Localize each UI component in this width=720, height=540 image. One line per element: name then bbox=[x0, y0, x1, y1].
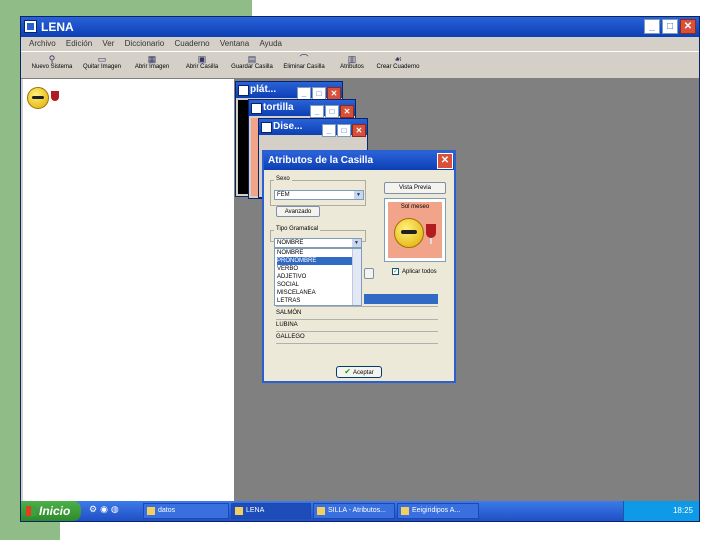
preview-box: Sol meseo bbox=[384, 198, 446, 262]
word-list-selection[interactable] bbox=[364, 294, 438, 304]
taskbar: Inicio ⚙◉◍ datos LENA SILLA - Atributos.… bbox=[21, 501, 699, 521]
system-tray-clock: 18:25 bbox=[623, 501, 699, 521]
sex-label: Sexo bbox=[274, 176, 292, 182]
create-notebook-icon: ☙ bbox=[393, 54, 403, 64]
menu-ver[interactable]: Ver bbox=[102, 37, 114, 51]
app-title: LENA bbox=[41, 20, 74, 34]
small-button[interactable] bbox=[364, 268, 374, 279]
divider bbox=[276, 331, 438, 332]
close-icon[interactable]: ✕ bbox=[352, 124, 366, 137]
attributes-button[interactable]: ▥ Atributos bbox=[327, 54, 377, 78]
attributes-icon: ▥ bbox=[347, 54, 357, 64]
apply-checkbox[interactable]: ✓ bbox=[392, 268, 399, 275]
maximize-icon[interactable]: □ bbox=[337, 124, 351, 137]
list-item[interactable]: LETRAS bbox=[277, 297, 300, 305]
wine-glass-icon bbox=[426, 224, 436, 244]
divider bbox=[276, 343, 438, 344]
open-cell-button[interactable]: ▣ Abrir Casilla bbox=[177, 54, 227, 78]
create-notebook-button[interactable]: ☙ Crear Cuaderno bbox=[373, 54, 423, 78]
task-atributos[interactable]: SILLA - Atributos... bbox=[313, 503, 395, 519]
avanzado-button[interactable]: Avanzado bbox=[276, 206, 320, 217]
open-cell-icon: ▣ bbox=[197, 54, 207, 64]
divider bbox=[276, 319, 438, 320]
new-system-button[interactable]: ⚲ Nuevo Sistema bbox=[27, 54, 77, 78]
task-datos[interactable]: datos bbox=[143, 503, 229, 519]
maximize-icon[interactable]: □ bbox=[662, 19, 678, 34]
smiley-icon bbox=[394, 218, 424, 248]
open-image-button[interactable]: ▦ Abrir Imagen bbox=[127, 54, 177, 78]
quick-launch-icons[interactable]: ⚙◉◍ bbox=[89, 504, 122, 515]
preview-image: Sol meseo bbox=[388, 202, 442, 258]
app-icon bbox=[24, 20, 37, 33]
open-image-icon: ▦ bbox=[147, 54, 157, 64]
screen: LENA _ □ ✕ Archivo Edición Ver Diccionario… bbox=[0, 0, 720, 540]
attributes-dialog: Atributos de la Casilla ✕ Sexo FEM ▼ Vist… bbox=[262, 150, 456, 383]
remove-image-icon: ▭ bbox=[97, 54, 107, 64]
menu-ayuda[interactable]: Ayuda bbox=[259, 37, 282, 51]
close-icon[interactable]: ✕ bbox=[680, 19, 696, 34]
tipo-dropdown-list[interactable]: NOMBRE PRONOMBRE VERBO ADJETIVO SOCIAL M… bbox=[274, 248, 362, 306]
list-item-selected[interactable]: PRONOMBRE bbox=[277, 257, 353, 265]
delete-cell-button[interactable]: ⌒ Eliminar Casilla bbox=[279, 54, 329, 78]
list-item[interactable]: ADJETIVO bbox=[277, 273, 306, 281]
menu-ventana[interactable]: Ventana bbox=[220, 37, 249, 51]
list-item[interactable]: NOMBRE bbox=[277, 249, 303, 257]
left-panel bbox=[23, 79, 235, 501]
close-icon[interactable]: ✕ bbox=[340, 105, 354, 118]
close-icon[interactable]: ✕ bbox=[437, 153, 453, 169]
chevron-down-icon: ▼ bbox=[352, 239, 361, 247]
minimize-icon[interactable]: _ bbox=[322, 124, 336, 137]
menu-cuaderno[interactable]: Cuaderno bbox=[174, 37, 209, 51]
list-item[interactable]: VERBO bbox=[277, 265, 298, 273]
save-cell-button[interactable]: ▤ Guardar Casilla bbox=[227, 54, 277, 78]
new-system-icon: ⚲ bbox=[48, 54, 56, 64]
tipo-label: Tipo Gramatical bbox=[274, 226, 321, 232]
task-other[interactable]: Eeigiridipos A... bbox=[397, 503, 479, 519]
sex-combo[interactable]: FEM ▼ bbox=[274, 190, 364, 200]
menu-archivo[interactable]: Archivo bbox=[29, 37, 56, 51]
minimize-icon[interactable]: _ bbox=[310, 105, 324, 118]
smiley-icon[interactable] bbox=[27, 87, 49, 109]
tipo-combo[interactable]: NOMBRE ▼ bbox=[274, 238, 362, 248]
dialog-title[interactable]: Atributos de la Casilla bbox=[264, 152, 454, 170]
list-item[interactable]: MISCELANEA bbox=[277, 289, 316, 297]
check-icon: ✔ bbox=[344, 367, 351, 376]
maximize-icon[interactable]: □ bbox=[325, 105, 339, 118]
task-lena[interactable]: LENA bbox=[231, 503, 311, 519]
word-item[interactable]: LUBINA bbox=[276, 322, 298, 328]
menu-diccionario[interactable]: Diccionario bbox=[125, 37, 165, 51]
remove-image-button[interactable]: ▭ Quitar Imagen bbox=[77, 54, 127, 78]
word-item[interactable]: SALMÓN bbox=[276, 310, 301, 316]
delete-cell-icon: ⌒ bbox=[299, 54, 309, 64]
toolbar: ⚲ Nuevo Sistema ▭ Quitar Imagen ▦ Abrir Ima… bbox=[21, 51, 699, 79]
save-cell-icon: ▤ bbox=[247, 54, 257, 64]
menu-edicion[interactable]: Edición bbox=[66, 37, 92, 51]
aceptar-button[interactable]: ✔ Aceptar bbox=[336, 366, 382, 378]
start-button[interactable]: Inicio bbox=[21, 501, 81, 521]
app-title-bar[interactable]: LENA _ □ ✕ bbox=[21, 17, 699, 37]
preview-caption: Sol meseo bbox=[400, 204, 430, 210]
minimize-icon[interactable]: _ bbox=[644, 19, 660, 34]
menu-bar: Archivo Edición Ver Diccionario Cuaderno… bbox=[21, 37, 699, 51]
list-item[interactable]: SOCIAL bbox=[277, 281, 299, 289]
vista-previa-button[interactable]: Vista Previa bbox=[384, 182, 446, 194]
chevron-down-icon: ▼ bbox=[354, 191, 363, 199]
dropdown-scrollbar[interactable] bbox=[352, 249, 361, 305]
divider bbox=[276, 306, 438, 307]
word-item[interactable]: GALLEGO bbox=[276, 334, 305, 340]
desktop-background-top bbox=[0, 0, 252, 16]
apply-label: Aplicar todos bbox=[402, 269, 437, 275]
wine-glass-icon bbox=[51, 91, 59, 101]
